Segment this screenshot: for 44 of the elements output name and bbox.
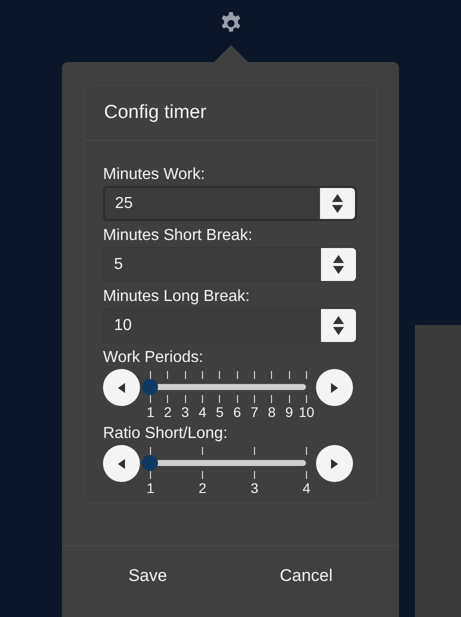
down-arrow-icon[interactable] [333, 266, 344, 274]
tick-label: 2 [198, 480, 206, 496]
right-triangle-icon [331, 458, 338, 468]
tick-label: 7 [250, 404, 258, 420]
increase-button[interactable] [316, 369, 353, 406]
slider-thumb[interactable] [142, 379, 158, 395]
tick-label: 5 [216, 404, 224, 420]
field-label: Minutes Short Break: [103, 226, 254, 246]
right-triangle-icon [331, 382, 338, 392]
decrease-button[interactable] [103, 445, 140, 482]
field-label: Minutes Long Break: [103, 287, 251, 307]
slider-label: Work Periods: [103, 348, 204, 368]
number-input[interactable]: 10 [103, 308, 357, 343]
slider-thumb[interactable] [142, 455, 158, 471]
spinner[interactable] [321, 309, 356, 342]
field-label: Minutes Work: [103, 165, 206, 185]
tick-label: 4 [302, 480, 310, 496]
slider-label: Ratio Short/Long: [103, 424, 229, 444]
tick-label: 6 [233, 404, 242, 420]
tick-label: 4 [198, 404, 206, 420]
dialog-button[interactable]: Cancel [270, 558, 343, 592]
up-arrow-icon[interactable] [332, 194, 343, 202]
tick-label: 1 [146, 480, 154, 496]
tick-label: 2 [164, 404, 172, 420]
dialog-title: Config timer [104, 100, 206, 125]
spinner[interactable] [321, 248, 356, 281]
tick-label: 9 [285, 404, 294, 420]
up-arrow-icon[interactable] [333, 316, 344, 324]
tick-label: 3 [181, 404, 190, 420]
decrease-button[interactable] [103, 369, 140, 406]
down-arrow-icon[interactable] [332, 205, 343, 213]
dialog-button[interactable]: Save [118, 558, 178, 592]
tick-label: 1 [146, 404, 154, 420]
tick-label: 8 [268, 404, 276, 420]
left-triangle-icon [118, 458, 125, 468]
tick-label: 3 [250, 480, 258, 496]
up-arrow-icon[interactable] [333, 255, 344, 263]
tick-label: 10 [298, 404, 314, 420]
number-input[interactable]: 25 [103, 186, 357, 221]
spinner[interactable] [320, 188, 355, 219]
left-triangle-icon [118, 382, 125, 392]
down-arrow-icon[interactable] [333, 327, 344, 335]
increase-button[interactable] [316, 445, 353, 482]
number-input[interactable]: 5 [103, 247, 357, 282]
